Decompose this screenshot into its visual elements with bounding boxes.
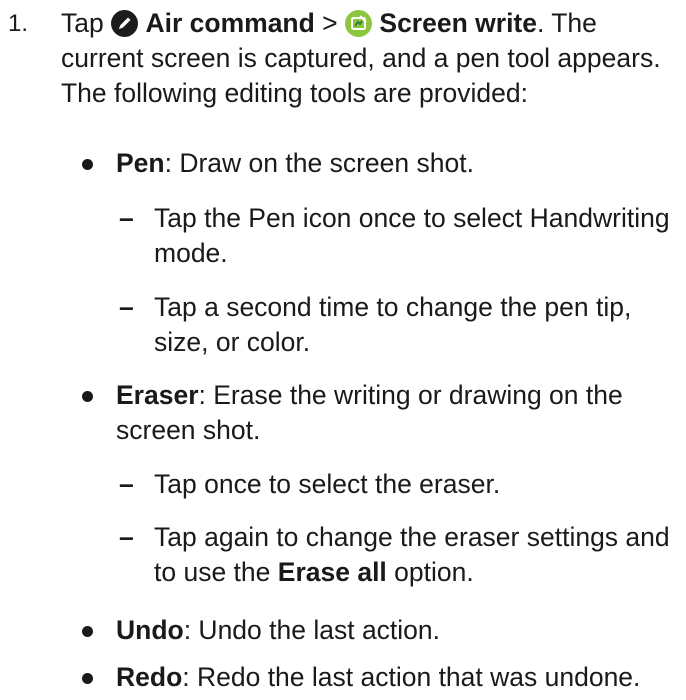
tool-name: Eraser	[116, 380, 199, 410]
air-command-icon	[111, 10, 139, 37]
tool-desc: : Undo the last action.	[183, 615, 441, 645]
bullet-dot	[82, 391, 93, 402]
bullet-dot	[82, 626, 93, 637]
step-number: 1.	[8, 10, 29, 37]
subitem-text: Tap the Pen icon once to select Handwrit…	[154, 203, 670, 268]
tool-name: Undo	[116, 615, 184, 645]
step-text: Tap Air command > Screen write. The curr…	[61, 6, 677, 111]
dash-marker: –	[119, 522, 134, 552]
tool-eraser-text: Eraser: Erase the writing or drawing on …	[116, 378, 681, 448]
erase-all-label: Erase all	[277, 557, 387, 587]
tool-undo-text: Undo: Undo the last action.	[116, 613, 681, 648]
step-separator: >	[314, 8, 346, 38]
tool-name: Pen	[116, 148, 165, 178]
tool-desc: : Redo the last action that was undone.	[182, 662, 641, 692]
dash-marker: –	[119, 203, 134, 233]
air-command-label: Air command	[145, 8, 315, 38]
tool-redo-text: Redo: Redo the last action that was undo…	[116, 660, 681, 695]
step-prefix: Tap	[61, 8, 112, 38]
tool-pen-text: Pen: Draw on the screen shot.	[116, 146, 681, 181]
bullet-dot	[82, 159, 93, 170]
subitem-text: Tap a second time to change the pen tip,…	[154, 292, 632, 357]
subitem-text: Tap again to change the eraser settings …	[154, 520, 680, 590]
subitem-text-after: option.	[386, 557, 474, 587]
tool-name: Redo	[116, 662, 183, 692]
screen-write-label: Screen write	[379, 8, 537, 38]
subitem-text: Tap once to select the eraser.	[154, 469, 501, 499]
screen-write-icon	[345, 10, 373, 37]
dash-marker: –	[119, 292, 134, 322]
tool-desc: : Draw on the screen shot.	[164, 148, 474, 178]
dash-marker: –	[119, 469, 134, 499]
bullet-dot	[82, 673, 93, 684]
